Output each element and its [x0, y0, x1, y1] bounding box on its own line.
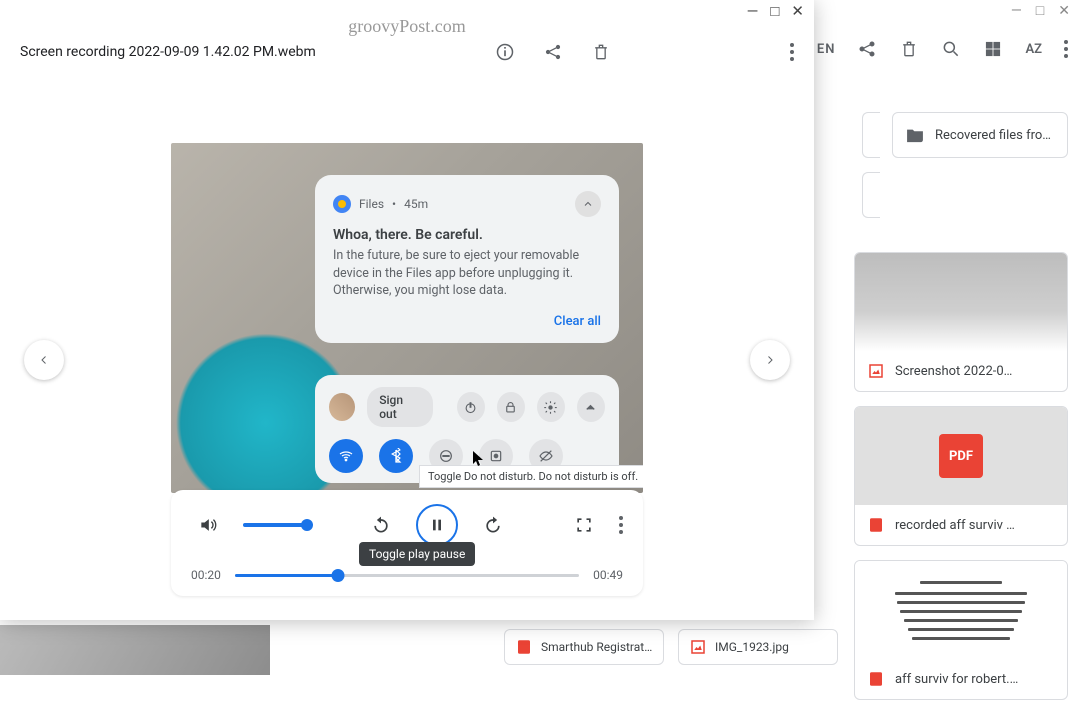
- volume-slider[interactable]: [243, 523, 307, 527]
- file-card[interactable]: aff surviv for robert.…: [854, 560, 1068, 700]
- desktop-background-peek: [0, 625, 270, 675]
- power-icon[interactable]: [457, 392, 485, 422]
- file-card[interactable]: PDF recorded aff surviv …: [854, 406, 1068, 546]
- view-grid-icon[interactable]: [983, 39, 1003, 59]
- maximize-icon[interactable]: □: [1036, 4, 1044, 22]
- more-menu-icon[interactable]: [1064, 40, 1068, 58]
- image-file-icon: [867, 362, 885, 380]
- folder-chip-label: Recovered files fro…: [935, 128, 1051, 143]
- file-label: Screenshot 2022-0…: [895, 364, 1012, 379]
- seek-fill: [235, 574, 338, 577]
- pdf-badge-icon: PDF: [939, 434, 983, 478]
- user-avatar[interactable]: [329, 393, 355, 421]
- background-peek: Smarthub Registrat… IMG_1923.jpg: [0, 615, 820, 675]
- more-menu-icon[interactable]: [790, 43, 794, 61]
- collapse-notification-button[interactable]: [575, 191, 601, 217]
- language-indicator[interactable]: EN: [817, 42, 836, 57]
- share-icon[interactable]: [543, 42, 563, 62]
- files-window-chrome: — □ ✕: [1011, 0, 1080, 22]
- files-grid: Screenshot 2022-0… PDF recorded aff surv…: [854, 252, 1068, 714]
- files-app-icon: [333, 195, 351, 213]
- sort-az-button[interactable]: AZ: [1025, 42, 1042, 57]
- time-current: 00:20: [191, 568, 221, 582]
- lock-icon[interactable]: [497, 392, 525, 422]
- file-thumbnail: [855, 253, 1067, 351]
- image-file-icon: [689, 638, 707, 656]
- file-label: IMG_1923.jpg: [715, 640, 789, 654]
- video-controls: Toggle play pause 00:20 00:49: [171, 490, 643, 596]
- notification-title: Whoa, there. Be careful.: [333, 227, 601, 243]
- files-toolbar: EN AZ: [817, 28, 1068, 70]
- partial-chip: [862, 172, 880, 218]
- settings-icon[interactable]: [537, 392, 565, 422]
- file-thumbnail: PDF: [855, 407, 1067, 505]
- fullscreen-button[interactable]: [567, 508, 601, 542]
- video-header: Screen recording 2022-09-09 1.42.02 PM.w…: [0, 28, 814, 76]
- trash-icon[interactable]: [591, 42, 611, 62]
- folder-chip-recovered[interactable]: Recovered files fro…: [892, 112, 1068, 158]
- time-duration: 00:49: [593, 568, 623, 582]
- next-button[interactable]: [750, 340, 790, 380]
- folder-icon: [905, 125, 925, 145]
- play-pause-button[interactable]: [416, 504, 458, 546]
- video-window-chrome: — □ ✕: [747, 4, 804, 19]
- notification-body: In the future, be sure to eject your rem…: [333, 247, 601, 300]
- partial-chip: [862, 112, 880, 158]
- minimize-icon[interactable]: —: [1011, 4, 1022, 22]
- mouse-cursor-icon: [473, 451, 485, 467]
- play-pause-tooltip: Toggle play pause: [359, 542, 475, 566]
- sign-out-button[interactable]: Sign out: [367, 387, 432, 427]
- search-icon[interactable]: [941, 39, 961, 59]
- notification-card: Files • 45m Whoa, there. Be careful. In …: [315, 175, 619, 343]
- wifi-tile[interactable]: [329, 439, 363, 473]
- seek-handle[interactable]: [332, 569, 345, 582]
- close-icon[interactable]: ✕: [791, 4, 804, 19]
- file-label: recorded aff surviv …: [895, 518, 1015, 533]
- minimize-icon[interactable]: —: [747, 4, 759, 19]
- video-frame: Files • 45m Whoa, there. Be careful. In …: [171, 143, 643, 493]
- collapse-quicksettings-button[interactable]: [577, 392, 605, 422]
- previous-button[interactable]: [24, 340, 64, 380]
- forward-10-button[interactable]: [476, 508, 510, 542]
- trash-icon[interactable]: [899, 39, 919, 59]
- share-icon[interactable]: [857, 39, 877, 59]
- info-icon[interactable]: [495, 42, 515, 62]
- file-thumbnail: [855, 561, 1067, 659]
- controls-more-icon[interactable]: [619, 516, 623, 534]
- dnd-tooltip: Toggle Do not disturb. Do not disturb is…: [419, 465, 643, 488]
- file-card[interactable]: Screenshot 2022-0…: [854, 252, 1068, 392]
- rewind-10-button[interactable]: [364, 508, 398, 542]
- notification-separator: •: [392, 197, 396, 211]
- file-item[interactable]: IMG_1923.jpg: [678, 629, 838, 665]
- maximize-icon[interactable]: □: [770, 4, 779, 19]
- file-label: Smarthub Registrat…: [541, 640, 652, 654]
- close-icon[interactable]: ✕: [1058, 4, 1070, 22]
- seek-slider[interactable]: [235, 574, 579, 577]
- video-filename: Screen recording 2022-09-09 1.42.02 PM.w…: [20, 44, 316, 60]
- pdf-file-icon: [867, 516, 885, 534]
- bluetooth-tile[interactable]: [379, 439, 413, 473]
- video-player-window: — □ ✕ groovyPost.com Screen recording 20…: [0, 0, 814, 620]
- file-label: aff surviv for robert.…: [895, 672, 1018, 687]
- notification-app: Files: [359, 197, 384, 211]
- file-item[interactable]: Smarthub Registrat…: [504, 629, 664, 665]
- pdf-file-icon: [515, 638, 533, 656]
- clear-all-button[interactable]: Clear all: [333, 314, 601, 329]
- notification-age: 45m: [404, 197, 428, 211]
- files-window: — □ ✕ EN AZ Recovered files fro… Screens…: [820, 0, 1080, 675]
- volume-button[interactable]: [191, 508, 225, 542]
- pdf-file-icon: [867, 670, 885, 688]
